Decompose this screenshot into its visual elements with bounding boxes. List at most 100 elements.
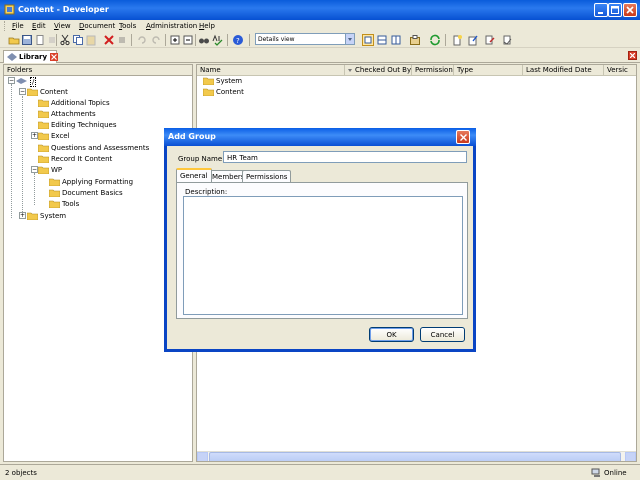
column-header-checked-out-by[interactable]: Checked Out By [345,65,412,76]
title-bar[interactable]: Content - Developer [0,0,640,20]
column-header-type[interactable]: Type [454,65,523,76]
checkout-button[interactable] [484,34,496,46]
column-header-label: Checked Out By [355,66,412,74]
cancel-button[interactable]: Cancel [420,327,465,342]
column-header-name[interactable]: Name [197,65,345,76]
ok-button[interactable]: OK [369,327,414,342]
split-vertical-button[interactable] [390,34,402,46]
folder-icon [38,99,49,107]
tab-members-label: Members [212,173,245,181]
tree-item-label: Record It Content [51,155,113,163]
library-icon [7,53,17,61]
minimize-button[interactable] [594,3,608,17]
details-view-button[interactable] [362,34,374,46]
split-vertical-icon [391,35,401,45]
folder-icon [49,178,60,186]
column-header-last-modified-date[interactable]: Last Modified Date [523,65,604,76]
tab-library[interactable]: Library [3,50,58,63]
details-view-icon [362,34,374,46]
tab-permissions[interactable]: Permissions [242,170,292,182]
horizontal-scrollbar[interactable] [197,451,636,461]
app-icon [4,4,15,15]
properties-button[interactable] [409,34,421,46]
view-select[interactable]: Details view [255,33,355,45]
menu-view[interactable]: View [54,22,71,30]
menu-label: dministration [150,22,198,30]
split-horizontal-icon [377,35,387,45]
new-document-button[interactable] [451,34,463,46]
delete-button[interactable] [103,34,115,46]
menu-tools[interactable]: Tools [119,22,136,30]
status-object-count: 2 objects [5,469,37,477]
tree-expander-root[interactable]: − [8,77,15,84]
tree-expander-wp[interactable]: − [31,166,38,173]
tree-item-label: Editing Techniques [51,121,117,129]
tree-expander-content[interactable]: − [19,88,26,95]
checkin-button[interactable] [501,34,513,46]
scroll-right-button[interactable] [625,452,636,461]
refresh-button[interactable] [429,34,441,46]
menu-help[interactable]: Help [199,22,215,30]
collapse-button[interactable] [182,34,194,46]
svg-text:?: ? [236,37,240,45]
tree-item-label: WP [51,166,63,174]
redo-icon [152,36,160,44]
tree-expander-excel[interactable]: + [31,132,38,139]
maximize-button[interactable] [608,3,622,17]
publish-button[interactable] [467,34,479,46]
dialog-title-bar[interactable]: Add Group [164,128,476,146]
tab-library-label: Library [19,53,48,61]
cut-button[interactable] [59,34,71,46]
copy-button[interactable] [72,34,84,46]
redo-button[interactable] [150,34,162,46]
folder-icon [38,110,49,118]
menu-document[interactable]: Document [79,22,115,30]
group-name-input[interactable]: HR Team [223,151,467,163]
group-name-value: HR Team [227,154,258,162]
expand-button[interactable] [169,34,181,46]
close-document-button[interactable] [628,51,637,60]
scroll-thumb[interactable] [209,452,621,461]
folder-open-icon [38,166,49,174]
folder-icon [38,144,49,152]
folder-icon [38,121,49,129]
description-textarea[interactable] [183,196,463,315]
dialog-close-button[interactable] [456,130,470,144]
close-icon [51,54,57,60]
split-horizontal-button[interactable] [376,34,388,46]
checkin-icon [503,35,512,45]
minus-box-icon [183,35,193,45]
find-button[interactable] [198,34,210,46]
folder-icon [203,77,214,85]
undo-button[interactable] [136,34,148,46]
tree-item-label: Document Basics [62,189,123,197]
folder-open-icon [27,88,38,96]
close-window-button[interactable] [623,3,637,17]
scroll-left-button[interactable] [197,452,208,461]
help-button[interactable]: ? [232,34,244,46]
status-bar: 2 objects Online [0,464,640,480]
column-header-version[interactable]: Versic [604,65,636,76]
folder-icon [38,132,49,140]
tree-item-label: Additional Topics [51,99,110,107]
save-button[interactable] [21,34,33,46]
disabled-tool-button[interactable] [116,34,128,46]
close-icon [630,53,635,58]
paste-button[interactable] [85,34,97,46]
toolbar-separator [445,34,446,46]
tree-expander-system[interactable]: + [19,212,26,219]
toolbar-separator [165,34,166,46]
menu-edit[interactable]: Edit [32,22,46,30]
maximize-icon [611,6,619,14]
refresh-doc-button[interactable] [34,34,46,46]
menu-label: elp [204,22,215,30]
tab-close-button[interactable] [50,53,58,61]
menu-file[interactable]: File [12,22,24,30]
open-button[interactable] [8,34,20,46]
spell-check-button[interactable] [212,34,224,46]
chevron-down-icon[interactable] [345,34,354,44]
tab-general[interactable]: General [176,168,212,182]
column-header-permission[interactable]: Permission [412,65,454,76]
checkout-icon [485,35,495,45]
menu-administration[interactable]: Administration [146,22,197,30]
